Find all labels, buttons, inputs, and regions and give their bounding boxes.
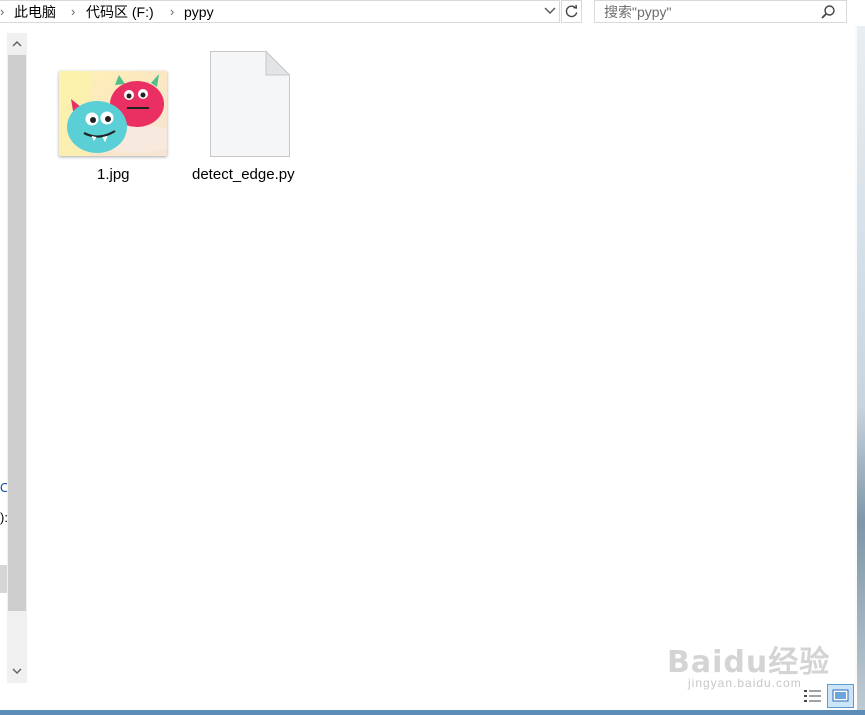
scrollbar-thumb[interactable] — [8, 55, 26, 611]
chevron-right-icon[interactable]: › — [71, 3, 75, 21]
vertical-scrollbar[interactable] — [7, 33, 27, 683]
file-name[interactable]: detect_edge.py — [192, 166, 295, 184]
scroll-up-icon[interactable] — [7, 35, 27, 53]
breadcrumb-this-pc[interactable]: 此电脑 — [14, 3, 56, 21]
taskbar-edge — [0, 710, 865, 715]
document-icon[interactable] — [210, 51, 290, 157]
large-icons-view-button[interactable] — [827, 684, 854, 708]
watermark-url: jingyan.baidu.com — [688, 676, 802, 690]
chevron-down-icon[interactable] — [541, 3, 559, 21]
breadcrumb-folder[interactable]: pypy — [184, 3, 214, 21]
desktop-background — [857, 26, 865, 715]
search-icon[interactable] — [820, 4, 836, 20]
chevron-right-icon[interactable]: › — [170, 3, 174, 21]
breadcrumb-drive[interactable]: 代码区 (F:) — [86, 3, 154, 21]
file-name[interactable]: 1.jpg — [97, 166, 130, 184]
refresh-button[interactable] — [561, 0, 582, 23]
file-thumbnail-1-jpg[interactable] — [59, 71, 167, 156]
search-input[interactable]: 搜索"pypy" — [604, 3, 672, 21]
toolbar: › 此电脑 › 代码区 (F:) › pypy 搜索"pypy" — [0, 0, 865, 26]
large-icons-view-icon — [832, 689, 849, 702]
watermark-logo: Baidu经验 — [667, 645, 831, 680]
scroll-down-icon[interactable] — [7, 663, 27, 681]
nav-pane-selection[interactable] — [0, 565, 7, 593]
details-view-icon[interactable] — [803, 687, 823, 705]
address-bar[interactable]: › 此电脑 › 代码区 (F:) › pypy — [0, 0, 560, 23]
chevron-right-icon[interactable]: › — [0, 3, 4, 21]
refresh-icon — [565, 4, 578, 18]
image-thumbnail-icon — [59, 71, 167, 156]
search-box[interactable]: 搜索"pypy" — [594, 0, 847, 23]
